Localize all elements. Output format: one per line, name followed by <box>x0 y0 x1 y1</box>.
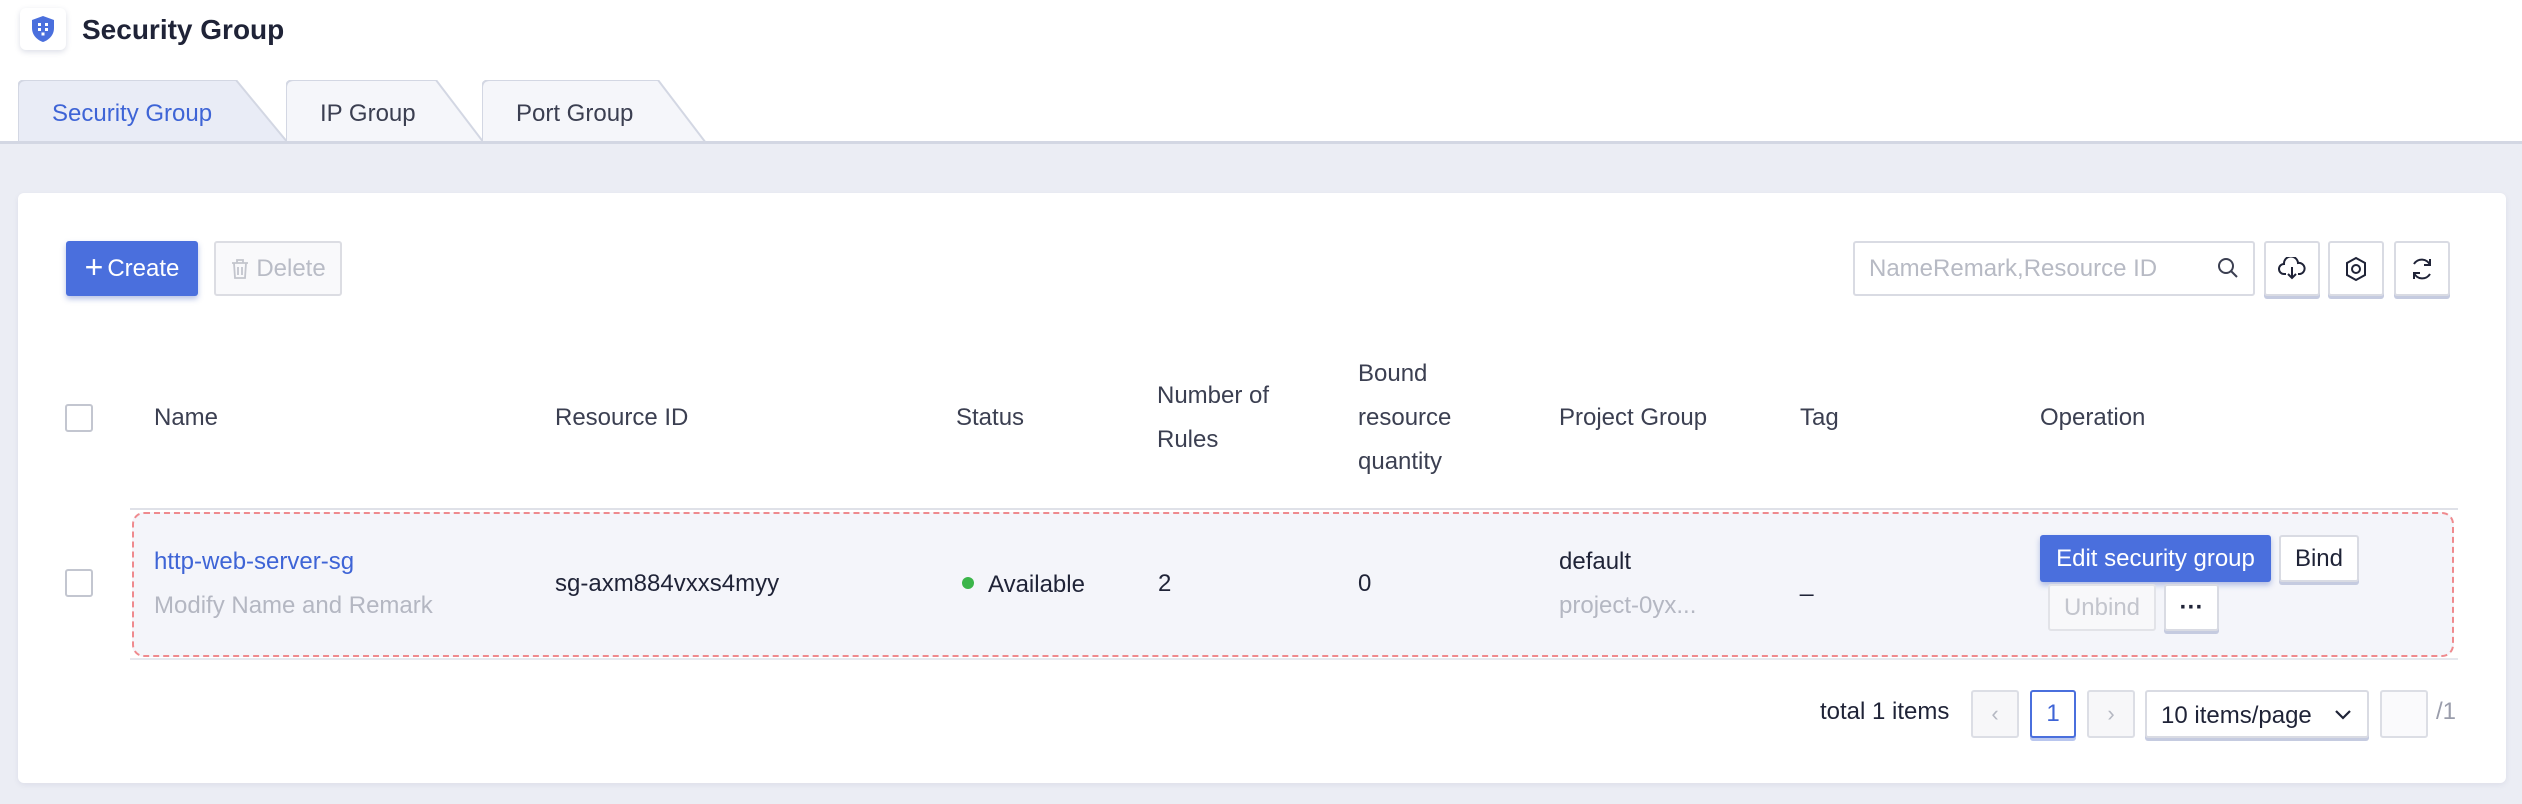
page-size-select[interactable]: 10 items/page <box>2145 690 2369 738</box>
project-group-name: default <box>1559 548 1632 575</box>
search-input[interactable] <box>1869 253 2189 285</box>
search-box[interactable] <box>1853 241 2255 296</box>
edit-security-group-button[interactable]: Edit security group <box>2040 535 2271 582</box>
plus-icon: + <box>84 249 104 285</box>
tabs-divider <box>0 141 2522 144</box>
chevron-down-icon <box>2335 710 2351 720</box>
download-button[interactable] <box>2264 241 2320 296</box>
prev-page-button[interactable]: ‹ <box>1971 690 2019 738</box>
tab-port-group[interactable]: Port Group <box>482 80 706 143</box>
page-jump-input[interactable] <box>2380 690 2428 738</box>
column-header-bound-line2: resource <box>1358 404 1452 431</box>
next-page-button[interactable]: › <box>2087 690 2135 738</box>
column-header-bound-line3: quantity <box>1358 448 1443 475</box>
row-checkbox[interactable] <box>65 569 93 597</box>
tab-security-group[interactable]: Security Group <box>18 80 288 143</box>
table-header-divider <box>130 508 2458 510</box>
column-header-tag[interactable]: Tag <box>1800 396 1839 440</box>
chevron-right-icon: › <box>2107 701 2115 726</box>
column-header-bound-line1: Bound <box>1358 360 1428 387</box>
search-icon[interactable] <box>2217 257 2239 279</box>
security-group-name-link[interactable]: http-web-server-sg <box>154 548 354 576</box>
column-header-name[interactable]: Name <box>154 396 218 440</box>
create-label: Create <box>107 254 180 282</box>
delete-label: Delete <box>256 254 326 282</box>
bind-button[interactable]: Bind <box>2279 535 2359 582</box>
chevron-left-icon: ‹ <box>1991 701 1999 726</box>
total-pages: /1 <box>2436 698 2457 725</box>
column-header-operation: Operation <box>2040 404 2146 431</box>
settings-icon <box>2346 256 2366 281</box>
page-title: Security Group <box>82 14 285 45</box>
column-header-resource-id[interactable]: Resource ID <box>555 396 688 440</box>
column-header-status[interactable]: Status <box>956 396 1024 440</box>
table-row-divider <box>130 658 2458 660</box>
page-1-button[interactable]: 1 <box>2030 690 2076 738</box>
column-header-bound[interactable]: Bound resource quantity <box>1358 352 1451 484</box>
column-header-rules[interactable]: Number of Rules <box>1157 374 1269 462</box>
refresh-button[interactable] <box>2394 241 2450 296</box>
column-header-rules-line1: Number of <box>1157 382 1270 409</box>
project-group-id: project-0yx... <box>1559 592 1697 619</box>
tab-label: Security Group <box>52 100 213 127</box>
select-all-checkbox[interactable] <box>65 404 93 432</box>
cloud-download-icon <box>2278 256 2306 279</box>
column-header-project-group[interactable]: Project Group <box>1559 396 1707 440</box>
bound-count: 0 <box>1358 570 1372 597</box>
delete-button[interactable]: Delete <box>214 241 342 296</box>
refresh-icon <box>2413 258 2431 279</box>
tab-label: Port Group <box>516 100 634 127</box>
column-header-rules-line2: Rules <box>1157 426 1219 453</box>
top-bar: Security Group Security Group IP Group P… <box>0 0 2522 144</box>
tab-label: IP Group <box>320 100 416 127</box>
trash-icon <box>232 258 249 279</box>
status-text: Available <box>988 571 1085 598</box>
more-actions-button[interactable]: ··· <box>2164 584 2219 631</box>
resource-id: sg-axm884vxxs4myy <box>555 570 780 597</box>
shield-icon <box>20 8 66 50</box>
page-size-value: 10 items/page <box>2161 702 2312 729</box>
rules-count: 2 <box>1158 570 1172 597</box>
tag-value: _ <box>1800 570 1814 597</box>
unbind-button[interactable]: Unbind <box>2048 584 2156 631</box>
status-dot <box>962 577 974 589</box>
create-button[interactable]: + Create <box>66 241 198 296</box>
modify-name-remark-link[interactable]: Modify Name and Remark <box>154 592 433 620</box>
tab-ip-group[interactable]: IP Group <box>286 80 484 143</box>
settings-button[interactable] <box>2328 241 2384 296</box>
total-items: total 1 items <box>1820 698 1950 725</box>
